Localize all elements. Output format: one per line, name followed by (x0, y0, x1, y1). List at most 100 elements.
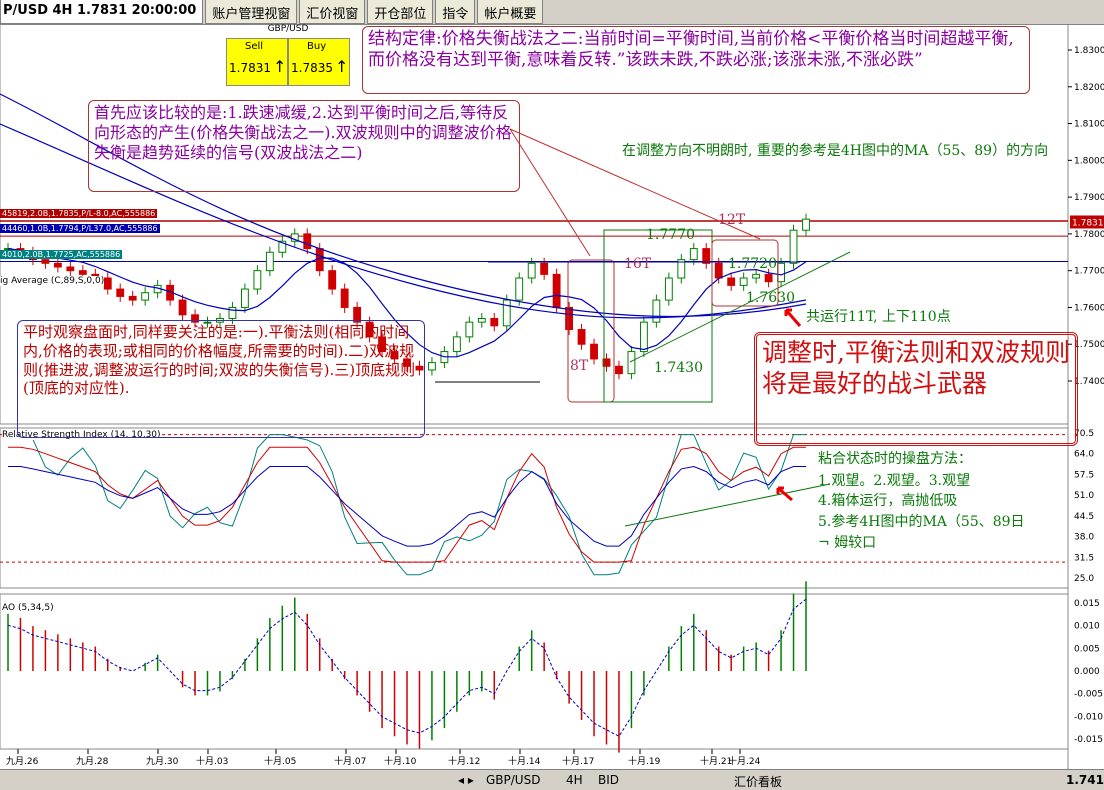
tab-account[interactable]: 账户管理视窗 (205, 0, 298, 24)
note-ma-hint: 在调整方向不明朗时, 重要的参考是4H图中的MA（55、89）的方向 (622, 143, 1049, 159)
order-tag-3[interactable]: 4010,2.0B,1.7725,AC,555886 (0, 250, 123, 259)
mark-1-7770: 1.7770 (646, 227, 695, 243)
candle-body (714, 262, 723, 279)
date-tick: 十月.24 (728, 755, 761, 767)
price-tick: 1.7700 (1074, 267, 1104, 277)
candle-body (116, 288, 125, 297)
method-4: ¬ 姆较口 (818, 535, 877, 551)
mark-1-7430: 1.7430 (654, 360, 703, 376)
box-8t-16t (567, 259, 615, 403)
sell-price: 1.7831 (229, 61, 271, 75)
candle-body (328, 270, 337, 290)
ao-tick: 0.015 (1074, 599, 1100, 609)
ao-tick: -0.010 (1074, 712, 1103, 722)
note-rule2: 结构定律:价格失衡战法之二:当前时间=平衡时间,当前价格<平衡价格当时间超越平衡… (362, 26, 1030, 94)
price-tick: 1.7600 (1074, 303, 1104, 313)
candle-body (66, 266, 75, 272)
tab-summary[interactable]: 帐户概要 (477, 0, 544, 24)
candle-body (265, 251, 274, 272)
date-tick: 十月.05 (264, 755, 296, 767)
candle-body (764, 273, 773, 283)
date-tick: 十月.12 (448, 755, 480, 767)
candle-body (41, 259, 50, 264)
scroll-left-icon[interactable]: ◂ ▸ (458, 773, 474, 787)
candle-body (490, 317, 499, 327)
date-tick: 十月.14 (508, 755, 541, 767)
candle-body (752, 273, 761, 279)
candle-body (727, 277, 736, 286)
status-bar: ◂ ▸ GBP/USD 4H BID 汇价看板 1.7412 (0, 769, 1104, 790)
sell-label: Sell (245, 41, 264, 52)
rsi-slow-line (8, 465, 806, 547)
quote-board-button[interactable]: 汇价看板 (734, 773, 782, 790)
date-tick: 九月.26 (6, 756, 39, 767)
price-tick: 1.8200 (1074, 83, 1104, 93)
buy-button[interactable]: Buy 1.7835 ↑ (288, 38, 350, 86)
note-run: 共运行11T, 上下110点 (806, 309, 951, 325)
rsi-tick: 44.5 (1074, 512, 1094, 522)
candle-body (552, 273, 561, 308)
price-tick: 1.8000 (1074, 156, 1104, 166)
rsi-tick: 25.0 (1074, 574, 1094, 584)
note-compare: 首先应该比较的是:1.跌速减缓,2.达到平衡时间之后,等待反向形态的产生(价格失… (88, 100, 520, 192)
rsi-signal-line (8, 446, 806, 563)
date-tick: 十月.17 (562, 755, 594, 767)
tab-chart[interactable]: P/USD 4H 1.7831 20:00:00 (0, 0, 204, 24)
order-tag-1[interactable]: 45819,2.0B,1.7835,P/L-8.0,AC,555886 (0, 209, 158, 218)
note-observe: 平时观察盘面时,同样要关注的是:一).平衡法则(相同的时间内,价格的表现;或相同… (17, 320, 425, 438)
rsi-trend-line (624, 483, 831, 527)
rsi-line (7, 434, 806, 576)
rsi-tick: 57.5 (1074, 470, 1094, 480)
price-tick: 1.7900 (1074, 193, 1104, 203)
method-title: 粘合状态时的操盘方法： (818, 451, 972, 467)
mark-12t: 12T (718, 212, 746, 228)
ao-tick: -0.015 (1074, 735, 1103, 745)
method-1: 1.观望。2.观望。3.观望 (818, 473, 971, 489)
ao-tick: 0.000 (1074, 667, 1100, 677)
symbol-select[interactable]: GBP/USD (486, 773, 540, 787)
tab-positions[interactable]: 开仓部位 (367, 0, 434, 24)
quote-widget[interactable]: GBP/USD Sell 1.7831 ↑ Buy 1.7835 ↑ (226, 24, 350, 86)
candle-body (465, 321, 474, 338)
quote-symbol: GBP/USD (267, 24, 309, 34)
candle-body (652, 299, 661, 323)
price-tick: 1.8100 (1074, 120, 1104, 130)
price-tick: 1.8300 (1074, 46, 1104, 56)
date-tick: 十月.07 (334, 755, 366, 767)
candle-body (103, 277, 112, 290)
red-arrow-icon (784, 308, 802, 327)
up-arrow-icon: ↑ (273, 57, 287, 76)
ma-indicator-label: ig Average (C,89,S,0,0) (0, 276, 105, 286)
timeframe-select[interactable]: 4H (566, 773, 583, 787)
tab-bar: P/USD 4H 1.7831 20:00:00 账户管理视窗 汇价视窗 开仓部… (0, 0, 1104, 25)
candle-body (128, 295, 137, 301)
candle-body (240, 288, 249, 308)
candle-body (639, 321, 648, 353)
date-tick: 十月.03 (196, 755, 228, 767)
sell-button[interactable]: Sell 1.7831 ↑ (226, 38, 288, 86)
rsi-tick: 38.0 (1074, 533, 1094, 543)
candle-body (452, 336, 461, 353)
tab-quotes[interactable]: 汇价视窗 (299, 0, 366, 24)
candle-body (141, 292, 150, 301)
last-price: 1.7412 (1066, 773, 1104, 787)
ao-tick: 0.010 (1074, 622, 1100, 632)
date-tick: 十月.10 (384, 755, 417, 767)
ao-indicator-label: AO (5,34,5) (2, 603, 54, 613)
up-arrow-icon: ↑ (335, 57, 349, 76)
pointer-line-1 (509, 128, 591, 257)
mark-1-7720: 1.7720 (728, 256, 777, 272)
candle-body (53, 262, 62, 268)
date-tick: 十月.19 (628, 755, 661, 767)
candle-body (802, 218, 810, 231)
candle-body (615, 365, 623, 375)
price-tag-text: 1.7831 (1072, 218, 1104, 228)
tab-orders[interactable]: 指令 (435, 0, 476, 24)
candle-body (303, 233, 312, 250)
candle-body (502, 299, 511, 327)
rsi-tick: 64.0 (1074, 450, 1094, 460)
order-tag-2[interactable]: 44460,1.0B,1.7794,P/L37.0,AC,555886 (0, 224, 160, 233)
side-select[interactable]: BID (598, 773, 619, 787)
candle-body (739, 277, 748, 286)
candle-body (590, 343, 598, 360)
